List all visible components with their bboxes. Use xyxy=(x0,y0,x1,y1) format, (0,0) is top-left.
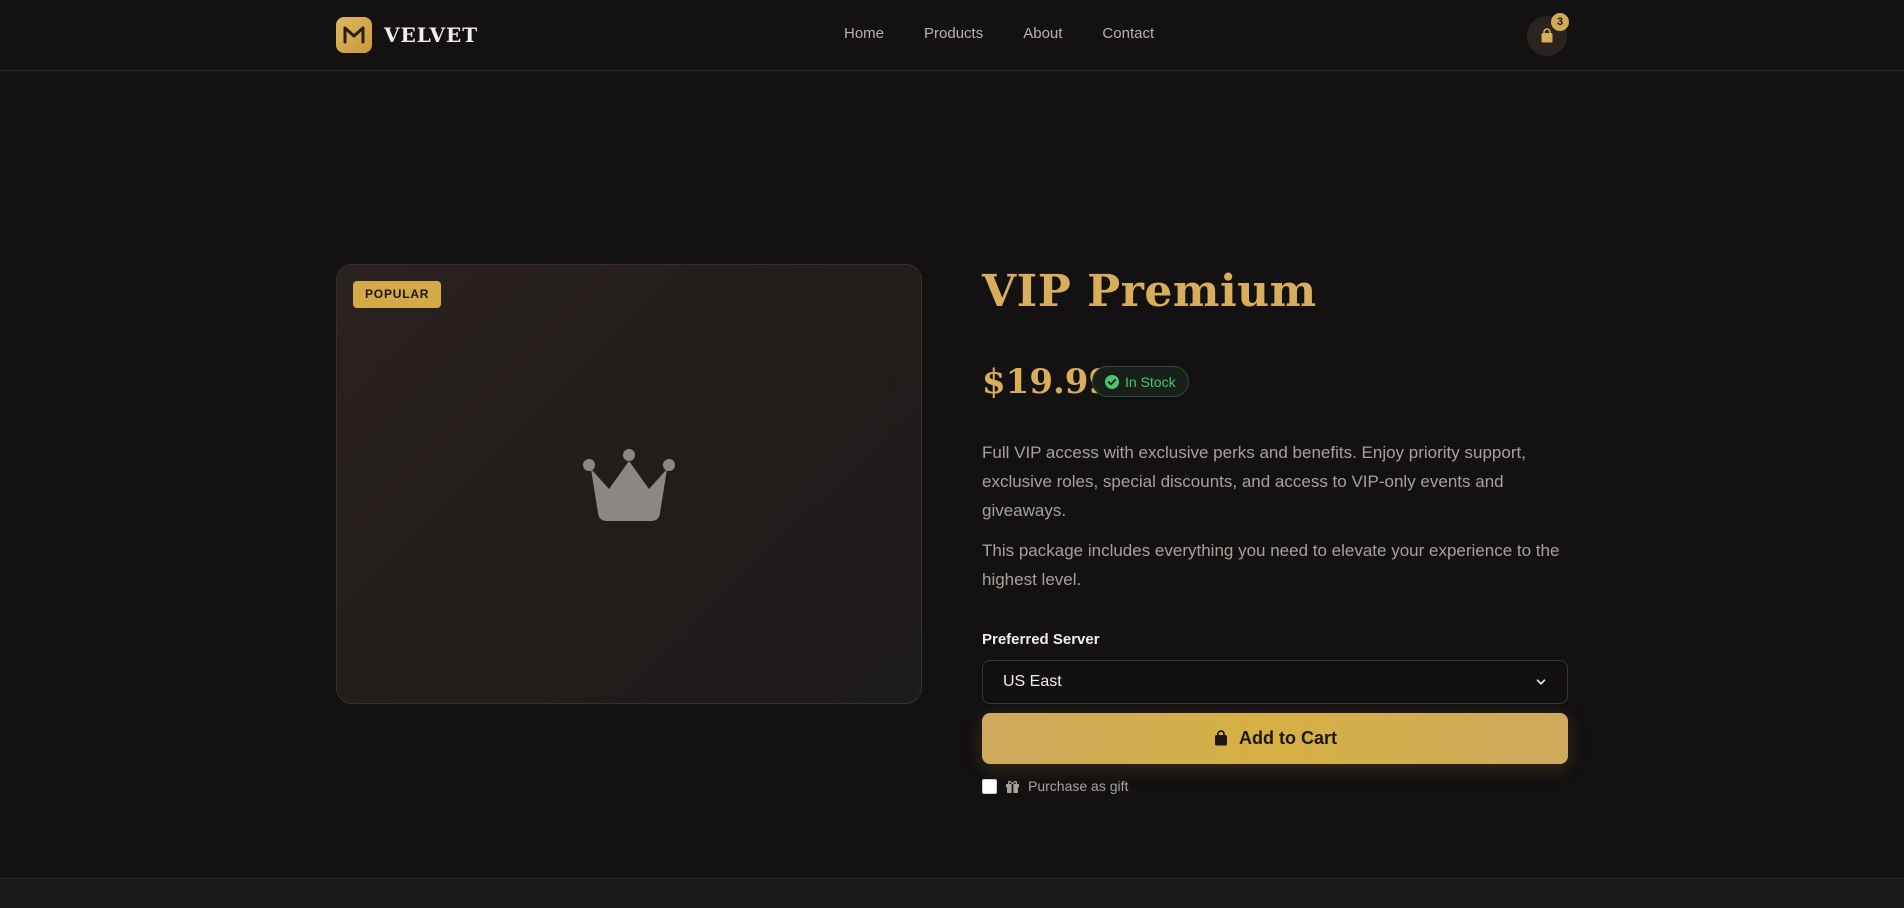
nav-about[interactable]: About xyxy=(1023,25,1062,42)
site-header: VELVET Home Products About Contact 3 xyxy=(0,0,1904,71)
nav-home[interactable]: Home xyxy=(844,25,884,42)
product-title: VIP Premium xyxy=(982,266,1317,317)
gift-icon xyxy=(1006,780,1019,793)
add-to-cart-button[interactable]: Add to Cart xyxy=(982,713,1568,764)
gift-checkbox[interactable] xyxy=(982,778,997,794)
brand-logo-link[interactable]: VELVET xyxy=(336,17,478,53)
chevron-down-icon xyxy=(1536,679,1546,685)
logo-mark-icon xyxy=(336,17,372,53)
server-select-value: US East xyxy=(1003,673,1062,690)
nav-contact[interactable]: Contact xyxy=(1102,25,1154,42)
add-to-cart-label: Add to Cart xyxy=(1239,728,1337,748)
server-select[interactable]: US East xyxy=(982,660,1568,704)
main-nav: Home Products About Contact xyxy=(844,25,1154,42)
product-description: Full VIP access with exclusive perks and… xyxy=(982,443,1526,520)
brand-name: VELVET xyxy=(384,23,479,47)
stock-status-label: In Stock xyxy=(1125,373,1176,390)
page: VELVET Home Products About Contact 3 POP… xyxy=(0,0,1904,908)
cart-button[interactable]: 3 xyxy=(1527,13,1569,56)
stock-status-badge: In Stock xyxy=(1092,366,1189,397)
server-select-label: Preferred Server xyxy=(982,631,1100,648)
cart-count-badge: 3 xyxy=(1551,13,1569,31)
shopping-bag-icon xyxy=(1541,28,1553,43)
product-image-card: POPULAR xyxy=(336,264,922,704)
crown-icon xyxy=(583,449,675,521)
check-circle-icon xyxy=(1105,374,1119,389)
product-description-secondary: This package includes everything you nee… xyxy=(982,541,1560,589)
footer xyxy=(0,878,1904,908)
nav-products[interactable]: Products xyxy=(924,25,983,42)
gift-label: Purchase as gift xyxy=(1028,778,1129,794)
shopping-bag-icon xyxy=(1215,730,1227,746)
gift-option: Purchase as gift xyxy=(982,778,1128,794)
popular-badge: POPULAR xyxy=(353,281,442,308)
